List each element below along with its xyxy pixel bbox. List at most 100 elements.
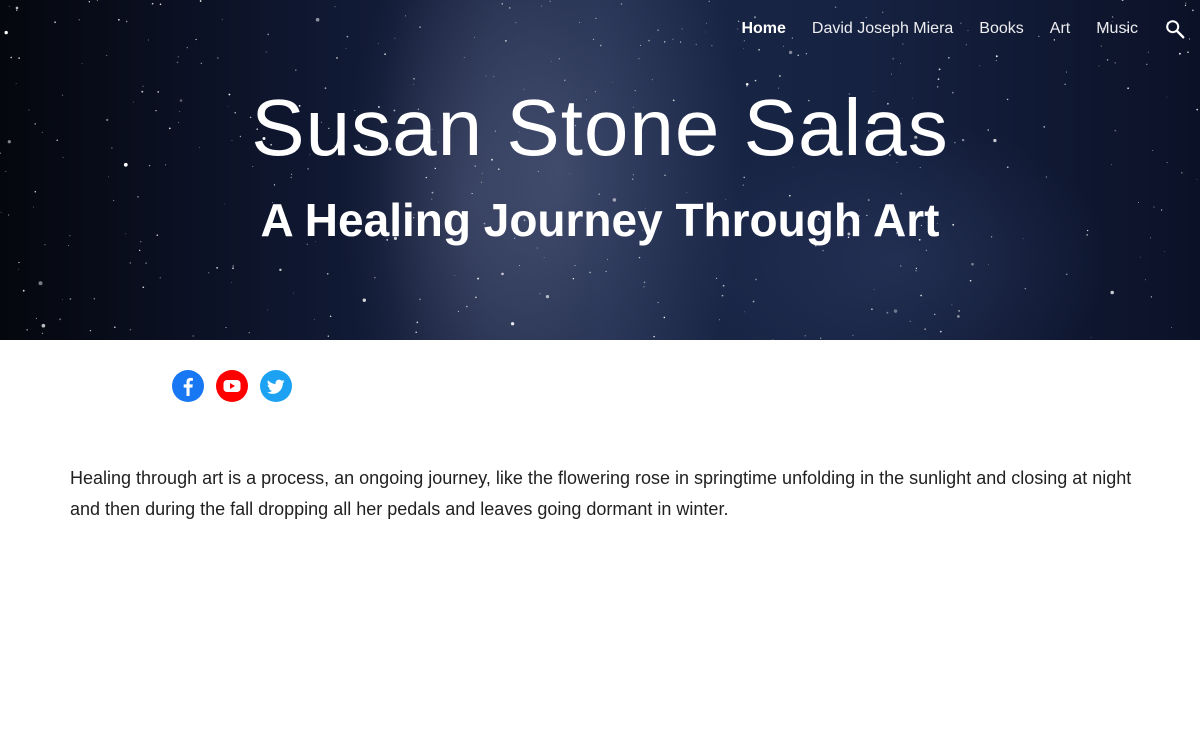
star <box>515 22 517 24</box>
star <box>1106 59 1109 61</box>
search-icon[interactable] <box>1164 18 1186 40</box>
intro-paragraph: Healing through art is a process, an ong… <box>70 468 1132 519</box>
star <box>113 326 116 329</box>
star <box>38 281 43 286</box>
star <box>8 5 10 7</box>
star <box>886 311 889 314</box>
star <box>680 41 682 43</box>
star <box>81 62 83 64</box>
star <box>657 301 659 304</box>
star <box>293 292 294 294</box>
star <box>216 57 219 59</box>
star <box>643 281 646 284</box>
star <box>326 272 329 275</box>
star <box>207 272 210 274</box>
star <box>638 57 640 60</box>
star <box>1024 287 1027 290</box>
top-navigation: Home David Joseph Miera Books Art Music <box>741 17 1200 41</box>
star <box>988 264 989 265</box>
twitter-icon[interactable] <box>260 370 292 402</box>
star <box>125 20 128 23</box>
star <box>743 48 744 49</box>
star <box>681 28 683 30</box>
star <box>653 335 655 338</box>
star <box>592 38 595 40</box>
star <box>638 256 641 259</box>
star <box>454 275 455 276</box>
star <box>564 79 566 82</box>
star <box>394 37 396 39</box>
star <box>147 39 149 41</box>
star <box>558 57 561 60</box>
star <box>663 316 666 319</box>
star <box>35 317 37 319</box>
star <box>466 305 468 308</box>
youtube-icon[interactable] <box>216 370 248 402</box>
star <box>737 20 740 23</box>
star <box>572 278 575 280</box>
star <box>920 294 922 297</box>
star <box>881 11 884 14</box>
star <box>550 60 552 62</box>
star <box>1184 4 1187 6</box>
star <box>1187 51 1189 53</box>
star <box>334 6 336 8</box>
star <box>744 311 745 313</box>
star <box>971 262 974 266</box>
star <box>705 31 706 33</box>
star <box>788 50 793 55</box>
star <box>195 38 197 41</box>
star <box>151 2 154 5</box>
star <box>915 267 918 270</box>
star <box>457 310 459 312</box>
star <box>541 5 543 7</box>
star <box>915 269 917 272</box>
star <box>822 250 824 252</box>
nav-item-music[interactable]: Music <box>1096 17 1138 41</box>
nav-item-books[interactable]: Books <box>979 17 1023 41</box>
star <box>1192 9 1194 12</box>
star <box>1185 2 1187 4</box>
star <box>664 174 666 177</box>
star <box>995 55 998 58</box>
star <box>108 176 109 178</box>
star <box>706 22 708 24</box>
star <box>804 335 806 337</box>
star <box>463 57 465 58</box>
star <box>934 313 936 315</box>
star <box>16 9 18 11</box>
star <box>1147 51 1149 53</box>
nav-item-art[interactable]: Art <box>1050 17 1070 41</box>
star <box>93 298 96 300</box>
star <box>772 339 774 340</box>
site-title: Susan Stone Salas <box>251 83 949 172</box>
star <box>505 40 507 42</box>
star <box>948 56 950 59</box>
star <box>200 62 202 64</box>
facebook-icon[interactable] <box>172 370 204 402</box>
star <box>501 3 503 5</box>
star <box>574 264 576 267</box>
nav-item-david-joseph-miera[interactable]: David Joseph Miera <box>812 17 953 41</box>
star <box>327 335 329 337</box>
star <box>1110 290 1114 295</box>
site-subtitle: A Healing Journey Through Art <box>260 194 940 246</box>
star <box>265 51 267 53</box>
star <box>755 278 757 281</box>
star <box>606 258 609 260</box>
star <box>995 60 997 62</box>
star <box>378 43 379 44</box>
star <box>315 17 320 22</box>
star <box>545 294 550 299</box>
nav-item-home[interactable]: Home <box>741 17 785 41</box>
star <box>22 289 25 292</box>
star <box>1164 250 1166 252</box>
star <box>1178 52 1181 55</box>
star <box>742 184 744 186</box>
star <box>199 0 202 2</box>
star <box>937 78 940 81</box>
star <box>892 57 894 60</box>
star <box>192 335 194 337</box>
star <box>648 39 650 42</box>
star <box>805 53 808 55</box>
